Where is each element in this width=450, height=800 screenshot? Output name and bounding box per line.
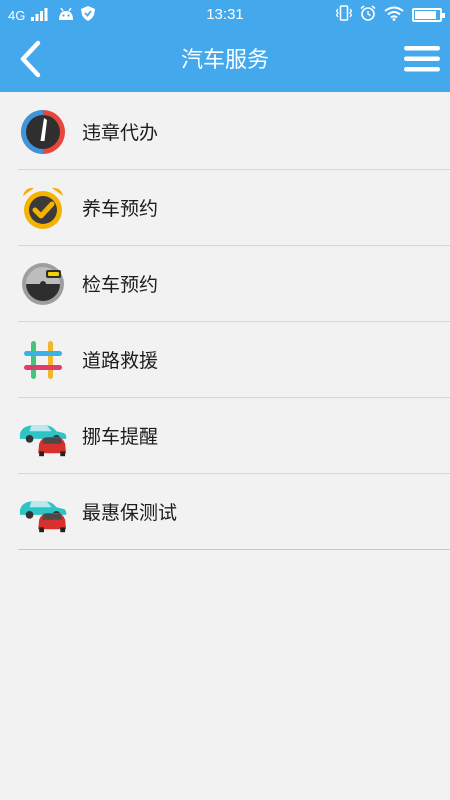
list-item-label: 违章代办: [82, 122, 159, 144]
app-header: 汽车服务: [0, 30, 450, 92]
list-item-label: 最惠保测试: [82, 502, 178, 524]
list-item-label: 挪车提醒: [82, 426, 159, 448]
alarm-icon: [360, 5, 376, 25]
list-item-maintenance-booking[interactable]: 养车预约: [18, 170, 450, 246]
battery-level-fill: [415, 11, 436, 19]
page-title: 汽车服务: [180, 48, 269, 73]
service-list: 违章代办 养车预约 检车预约 道路救援 挪车提醒 最惠保测试: [18, 94, 450, 550]
menu-button[interactable]: [394, 30, 450, 92]
hashtag-icon: [18, 335, 68, 385]
list-item-label: 养车预约: [82, 198, 159, 220]
speedometer-icon: [18, 107, 68, 157]
status-bar: 4G 13:31: [0, 0, 450, 30]
battery-icon: [412, 8, 445, 22]
clock-car-icon: [18, 259, 68, 309]
list-item-label: 道路救援: [82, 350, 159, 372]
list-item-best-insurance-quote[interactable]: 最惠保测试: [18, 474, 450, 550]
status-right: [335, 0, 445, 30]
cars-icon: [18, 487, 68, 537]
vibrate-icon: [335, 5, 353, 25]
list-item-violation-handling[interactable]: 违章代办: [18, 94, 450, 170]
list-item-label: 检车预约: [82, 274, 159, 296]
alarm-clock-check-icon: [18, 183, 68, 233]
list-item-inspection-booking[interactable]: 检车预约: [18, 246, 450, 322]
hamburger-menu-icon: [404, 46, 440, 76]
list-item-road-rescue[interactable]: 道路救援: [18, 322, 450, 398]
cars-icon: [18, 411, 68, 461]
list-item-move-car-reminder[interactable]: 挪车提醒: [18, 398, 450, 474]
wifi-icon: [384, 6, 404, 25]
back-button[interactable]: [0, 30, 60, 92]
back-arrow-icon: [18, 40, 42, 82]
